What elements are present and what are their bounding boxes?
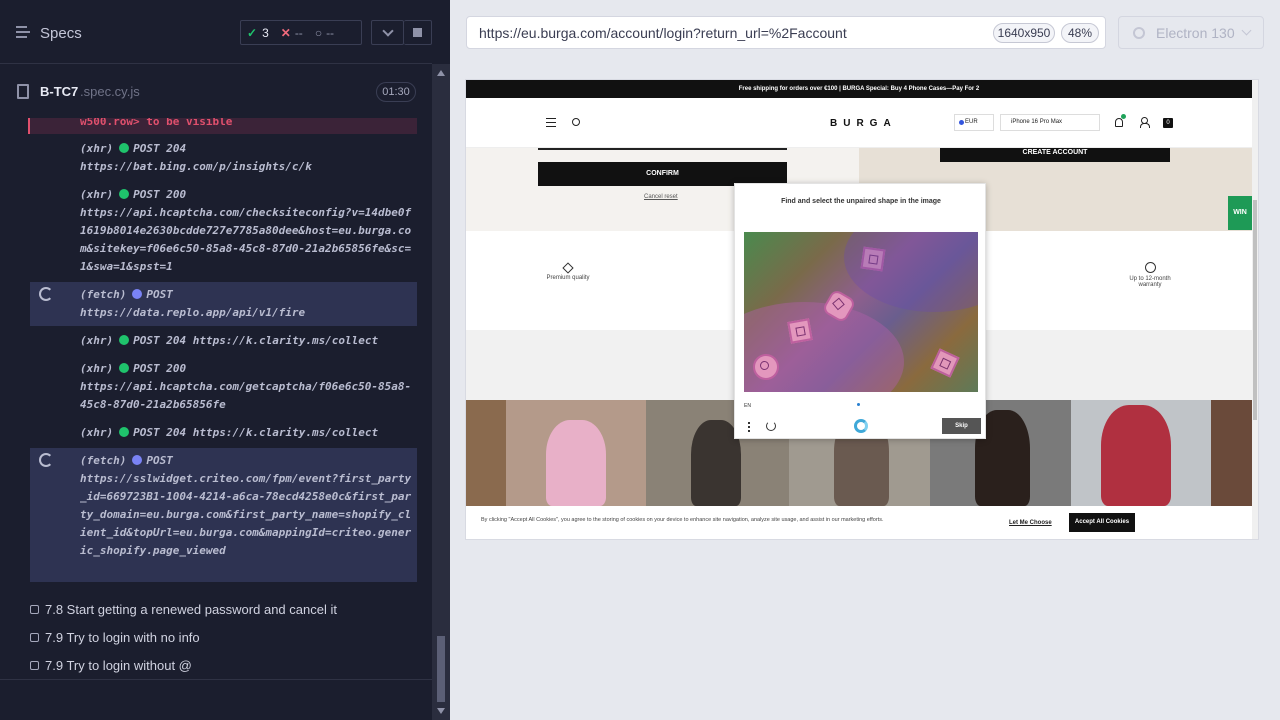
browser-label: Electron 130 bbox=[1156, 25, 1235, 41]
cookie-banner: By clicking "Accept All Cookies", you ag… bbox=[466, 506, 1252, 539]
viewport-size-badge[interactable]: 1640x950 bbox=[993, 23, 1055, 43]
checkbox-icon bbox=[30, 605, 39, 614]
app-scrollbar[interactable] bbox=[1252, 80, 1258, 539]
feature-quality: Premium quality bbox=[538, 262, 598, 281]
passed-count: 3 bbox=[262, 25, 269, 40]
side-widget-tab[interactable]: WIN bbox=[1228, 196, 1252, 230]
scrollbar-thumb[interactable] bbox=[437, 636, 445, 702]
more-options-icon[interactable] bbox=[748, 422, 750, 432]
currency-select[interactable]: EUR bbox=[954, 114, 994, 131]
test-stats: ✓ 3 ✕ -- ○ -- bbox=[240, 20, 362, 45]
stop-icon bbox=[413, 28, 422, 37]
password-field[interactable] bbox=[538, 148, 787, 150]
gallery-photo bbox=[1071, 400, 1211, 506]
spec-duration: 01:30 bbox=[376, 82, 416, 102]
menu-icon[interactable] bbox=[546, 118, 556, 127]
pending-count: -- bbox=[326, 25, 335, 40]
error-line: w500.row> to be visible bbox=[28, 118, 417, 134]
auto-scroll-toggle[interactable] bbox=[371, 20, 404, 45]
spec-file-ext: .spec.cy.js bbox=[80, 84, 140, 99]
accept-cookies-button[interactable]: Accept All Cookies bbox=[1069, 513, 1135, 532]
stop-button[interactable] bbox=[404, 20, 432, 45]
status-dot-icon bbox=[132, 455, 143, 465]
status-dot-icon bbox=[119, 427, 130, 437]
status-dot-icon bbox=[119, 335, 130, 345]
chevron-down-icon bbox=[1241, 25, 1252, 36]
cookie-text: By clicking "Accept All Cookies", you ag… bbox=[481, 517, 884, 523]
gallery-photo bbox=[466, 400, 506, 506]
account-icon[interactable] bbox=[1140, 117, 1150, 128]
scroll-down-arrow-icon[interactable] bbox=[437, 708, 445, 714]
status-dot-icon bbox=[119, 363, 130, 373]
announcement-bar: Free shipping for orders over €100 | BUR… bbox=[466, 80, 1252, 98]
pending-icon: ○ bbox=[314, 25, 323, 40]
diamond-icon bbox=[562, 262, 574, 274]
captcha-shape[interactable] bbox=[930, 348, 960, 378]
file-icon bbox=[17, 84, 29, 99]
search-icon[interactable] bbox=[572, 118, 580, 126]
status-dot-icon bbox=[119, 143, 130, 153]
gallery-photo bbox=[1211, 400, 1252, 506]
warranty-badge-icon bbox=[1144, 262, 1156, 273]
captcha-shape[interactable] bbox=[860, 246, 886, 272]
captcha-image[interactable] bbox=[744, 232, 978, 392]
scale-badge[interactable]: 48% bbox=[1061, 23, 1099, 43]
specs-title[interactable]: Specs bbox=[40, 25, 82, 42]
scroll-up-arrow-icon[interactable] bbox=[437, 70, 445, 76]
notification-bell-icon[interactable] bbox=[1115, 114, 1126, 127]
command-log-entry[interactable]: (fetch) POST https://sslwidget.criteo.com/… bbox=[30, 448, 417, 582]
failed-count: -- bbox=[294, 25, 303, 40]
divider bbox=[0, 679, 432, 680]
command-log-entry[interactable]: (xhr) POST 204 https://k.clarity.ms/colle… bbox=[30, 332, 417, 352]
command-log-entry[interactable]: (xhr) POST 200 https://api.hcaptcha.com/ch… bbox=[30, 186, 417, 280]
create-account-button[interactable]: CREATE ACCOUNT bbox=[940, 148, 1170, 162]
cypress-runner-panel: Specs ✓ 3 ✕ -- ○ -- B-TC7 .spec.cy.js 01… bbox=[0, 0, 450, 720]
hcaptcha-logo-icon bbox=[854, 419, 868, 433]
failed-x-icon: ✕ bbox=[280, 25, 291, 40]
hcaptcha-challenge: Find and select the unpaired shape in th… bbox=[734, 183, 986, 439]
command-log-entry[interactable]: (xhr) POST 204 https://k.clarity.ms/colle… bbox=[30, 424, 417, 444]
captcha-shape[interactable] bbox=[787, 318, 813, 344]
specs-header: Specs ✓ 3 ✕ -- ○ -- bbox=[0, 0, 432, 64]
status-dot-icon bbox=[132, 289, 143, 299]
refresh-icon[interactable] bbox=[766, 421, 776, 431]
passed-check-icon: ✓ bbox=[247, 25, 258, 40]
site-header: BURGA EUR iPhone 16 Pro Max 0 bbox=[466, 98, 1252, 148]
specs-list-icon[interactable] bbox=[16, 25, 32, 39]
app-under-test-frame: Free shipping for orders over €100 | BUR… bbox=[466, 80, 1258, 539]
gallery-photo bbox=[506, 400, 646, 506]
test-item[interactable]: 7.8 Start getting a renewed password and… bbox=[30, 602, 337, 617]
command-log-entry[interactable]: (xhr) POST 200 https://api.hcaptcha.com/ge… bbox=[30, 360, 417, 418]
feature-warranty: Up to 12-month warranty bbox=[1120, 262, 1180, 288]
checkbox-icon bbox=[30, 633, 39, 642]
chevron-down-icon bbox=[382, 25, 394, 37]
captcha-shape[interactable] bbox=[821, 288, 857, 324]
cancel-reset-link[interactable]: Cancel reset bbox=[644, 194, 678, 200]
browser-icon bbox=[1133, 27, 1145, 39]
command-log-entry[interactable]: (xhr) POST 204 https://bat.bing.com/p/insi… bbox=[30, 140, 417, 180]
loading-spinner-icon bbox=[39, 453, 53, 467]
captcha-language[interactable]: EN bbox=[744, 403, 751, 409]
url-text: https://eu.burga.com/account/login?retur… bbox=[479, 25, 847, 41]
captcha-progress-dot bbox=[857, 403, 860, 406]
test-item[interactable]: 7.9 Try to login without @ bbox=[30, 658, 192, 673]
loading-spinner-icon bbox=[39, 287, 53, 301]
scrollbar[interactable] bbox=[432, 64, 450, 720]
url-bar[interactable]: https://eu.burga.com/account/login?retur… bbox=[466, 16, 1106, 49]
checkbox-icon bbox=[30, 661, 39, 670]
device-select[interactable]: iPhone 16 Pro Max bbox=[1000, 114, 1100, 131]
skip-button[interactable]: Skip bbox=[942, 418, 981, 434]
cart-icon[interactable]: 0 bbox=[1163, 118, 1173, 128]
site-logo[interactable]: BURGA bbox=[830, 118, 897, 129]
captcha-shape[interactable] bbox=[753, 354, 779, 380]
let-me-choose-link[interactable]: Let Me Choose bbox=[1009, 520, 1052, 526]
command-log-entry[interactable]: (fetch) POST https://data.replo.app/api/v1… bbox=[30, 282, 417, 326]
captcha-prompt: Find and select the unpaired shape in th… bbox=[781, 198, 941, 205]
status-dot-icon bbox=[119, 189, 130, 199]
test-item[interactable]: 7.9 Try to login with no info bbox=[30, 630, 200, 645]
browser-selector[interactable]: Electron 130 bbox=[1118, 16, 1264, 49]
spec-file-name[interactable]: B-TC7 bbox=[40, 84, 78, 99]
